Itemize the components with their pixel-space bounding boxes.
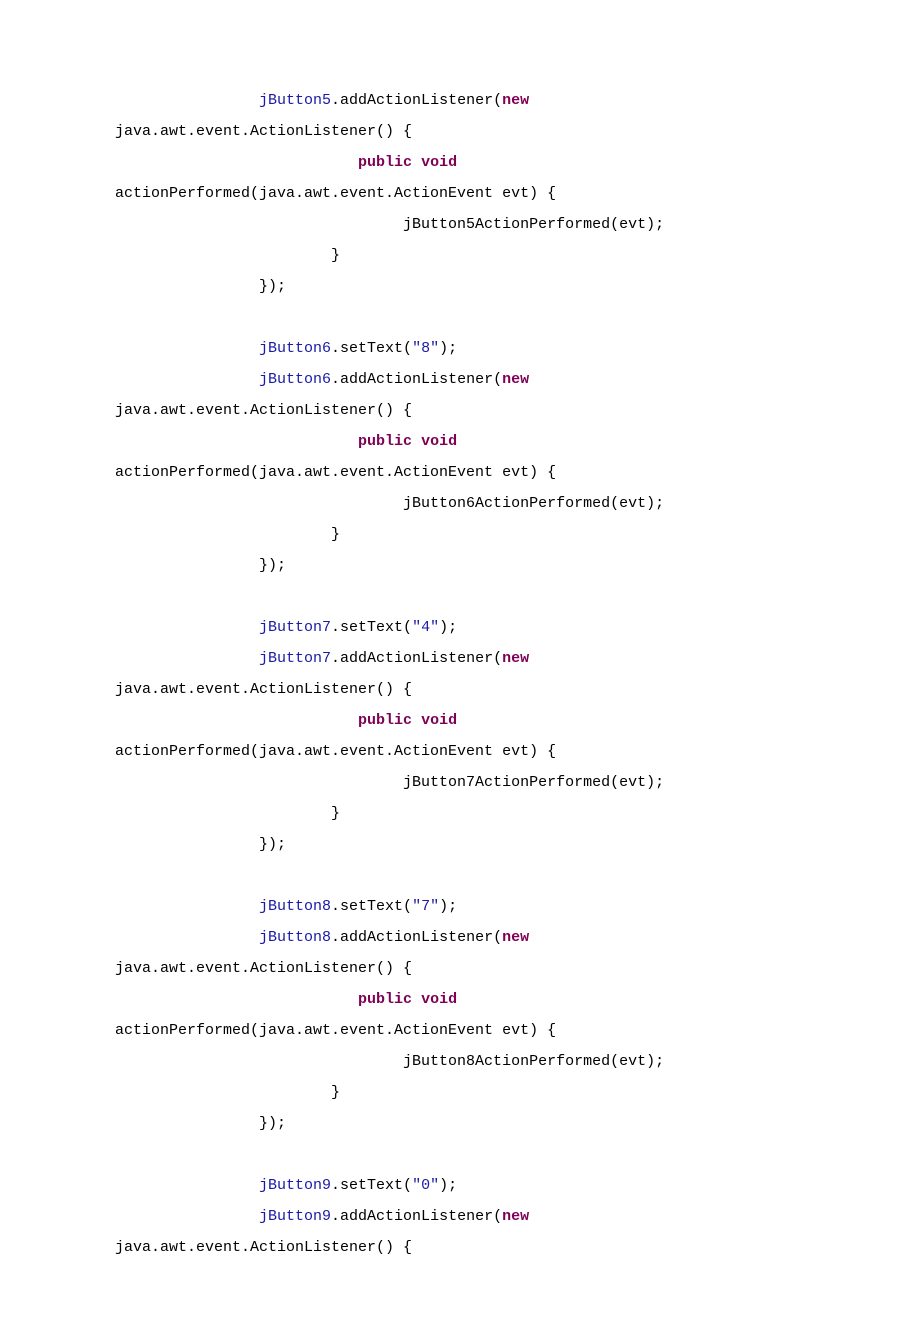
- keyword-new: new: [502, 371, 529, 388]
- string-literal: "7": [412, 898, 439, 915]
- code-line: actionPerformed(java.awt.event.ActionEve…: [115, 1022, 556, 1039]
- code-line: java.awt.event.ActionListener() {: [115, 123, 412, 140]
- keyword-void: void: [421, 991, 457, 1008]
- code-line: }: [115, 805, 340, 822]
- keyword-new: new: [502, 650, 529, 667]
- code-line: public void: [115, 154, 457, 171]
- identifier: jButton6: [259, 371, 331, 388]
- code-line: java.awt.event.ActionListener() {: [115, 681, 412, 698]
- code-line: });: [115, 278, 286, 295]
- code-line: java.awt.event.ActionListener() {: [115, 960, 412, 977]
- keyword-void: void: [421, 154, 457, 171]
- code-line: jButton8.setText("7");: [115, 898, 457, 915]
- code-line: jButton8.addActionListener(new: [115, 929, 529, 946]
- string-literal: "0": [412, 1177, 439, 1194]
- identifier: jButton7: [259, 619, 331, 636]
- identifier: jButton7: [259, 650, 331, 667]
- code-block: jButton5.addActionListener(new java.awt.…: [115, 85, 820, 1263]
- code-line: jButton6ActionPerformed(evt);: [115, 495, 664, 512]
- code-line: java.awt.event.ActionListener() {: [115, 402, 412, 419]
- code-line: });: [115, 557, 286, 574]
- keyword-new: new: [502, 929, 529, 946]
- code-line: }: [115, 247, 340, 264]
- code-line: actionPerformed(java.awt.event.ActionEve…: [115, 743, 556, 760]
- code-line: jButton7ActionPerformed(evt);: [115, 774, 664, 791]
- identifier: jButton5: [259, 92, 331, 109]
- keyword-public: public: [358, 154, 412, 171]
- keyword-public: public: [358, 712, 412, 729]
- code-line: public void: [115, 433, 457, 450]
- code-line: jButton6.setText("8");: [115, 340, 457, 357]
- keyword-new: new: [502, 92, 529, 109]
- string-literal: "4": [412, 619, 439, 636]
- code-line: actionPerformed(java.awt.event.ActionEve…: [115, 464, 556, 481]
- code-line: }: [115, 526, 340, 543]
- code-line: public void: [115, 712, 457, 729]
- code-line: jButton6.addActionListener(new: [115, 371, 529, 388]
- code-line: jButton8ActionPerformed(evt);: [115, 1053, 664, 1070]
- keyword-void: void: [421, 433, 457, 450]
- code-line: public void: [115, 991, 457, 1008]
- keyword-new: new: [502, 1208, 529, 1225]
- code-line: });: [115, 1115, 286, 1132]
- code-line: }: [115, 1084, 340, 1101]
- code-line: jButton5.addActionListener(new: [115, 92, 529, 109]
- code-line: jButton5ActionPerformed(evt);: [115, 216, 664, 233]
- keyword-public: public: [358, 433, 412, 450]
- identifier: jButton8: [259, 929, 331, 946]
- string-literal: "8": [412, 340, 439, 357]
- identifier: jButton9: [259, 1208, 331, 1225]
- identifier: jButton9: [259, 1177, 331, 1194]
- code-line: jButton7.setText("4");: [115, 619, 457, 636]
- code-line: jButton7.addActionListener(new: [115, 650, 529, 667]
- identifier: jButton6: [259, 340, 331, 357]
- keyword-public: public: [358, 991, 412, 1008]
- code-line: jButton9.setText("0");: [115, 1177, 457, 1194]
- code-line: actionPerformed(java.awt.event.ActionEve…: [115, 185, 556, 202]
- identifier: jButton8: [259, 898, 331, 915]
- code-line: jButton9.addActionListener(new: [115, 1208, 529, 1225]
- code-line: });: [115, 836, 286, 853]
- keyword-void: void: [421, 712, 457, 729]
- code-line: java.awt.event.ActionListener() {: [115, 1239, 412, 1256]
